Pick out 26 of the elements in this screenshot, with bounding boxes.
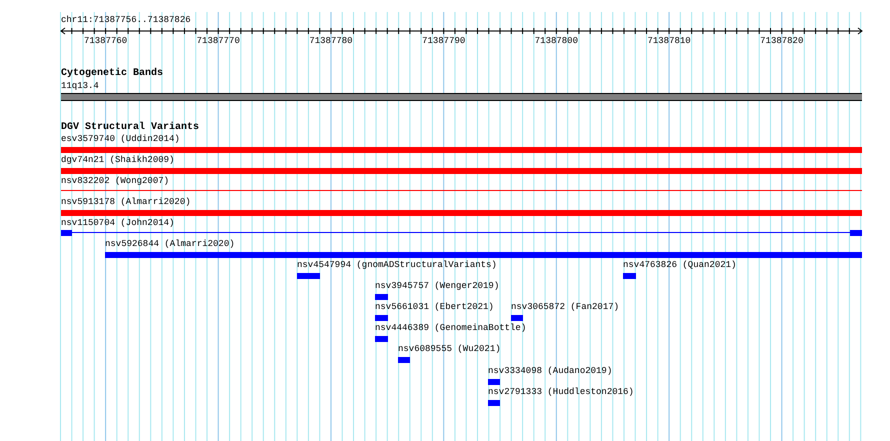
tick-label: 71387760 [84,36,128,47]
track-title: Cytogenetic Bands [61,68,164,80]
variant-label: esv3579740 (Uddin2014) [61,134,180,145]
variant-label: nsv4763826 (Quan2021) [623,260,736,271]
variant-label: nsv5913178 (Almarri2020) [61,197,191,208]
variant-label: nsv3334098 (Audano2019) [488,366,612,377]
variant-label: nsv3065872 (Fan2017) [511,302,620,313]
variant-label: nsv5661031 (Ebert2021) [375,302,494,313]
tick-label: 71387770 [196,36,240,47]
track-title: DGV Structural Variants [61,122,200,134]
variant-label: nsv2791333 (Huddleston2016) [488,387,634,398]
variant-label: nsv5926844 (Almarri2020) [105,239,235,250]
variant-label: nsv3945757 (Wenger2019) [375,281,500,292]
tick-label: 71387790 [422,36,466,47]
tick-label: 71387820 [760,36,804,47]
tick-label: 71387810 [647,36,691,47]
location-label: chr11:71387756..71387826 [61,15,191,26]
band-label: 11q13.4 [61,81,99,92]
variant-label: nsv4446389 (GenomeinaBottle) [375,323,526,334]
tick-label: 71387780 [309,36,353,47]
variant-label: nsv832202 (Wong2007) [61,176,170,187]
tick-label: 71387800 [534,36,578,47]
variant-label: dgv74n21 (Shaikh2009) [61,155,174,166]
variant-label: nsv6089555 (Wu2021) [398,344,501,355]
variant-label: nsv4547994 (gnomADStructuralVariants) [297,260,497,271]
variant-label: nsv1150704 (John2014) [61,218,174,229]
